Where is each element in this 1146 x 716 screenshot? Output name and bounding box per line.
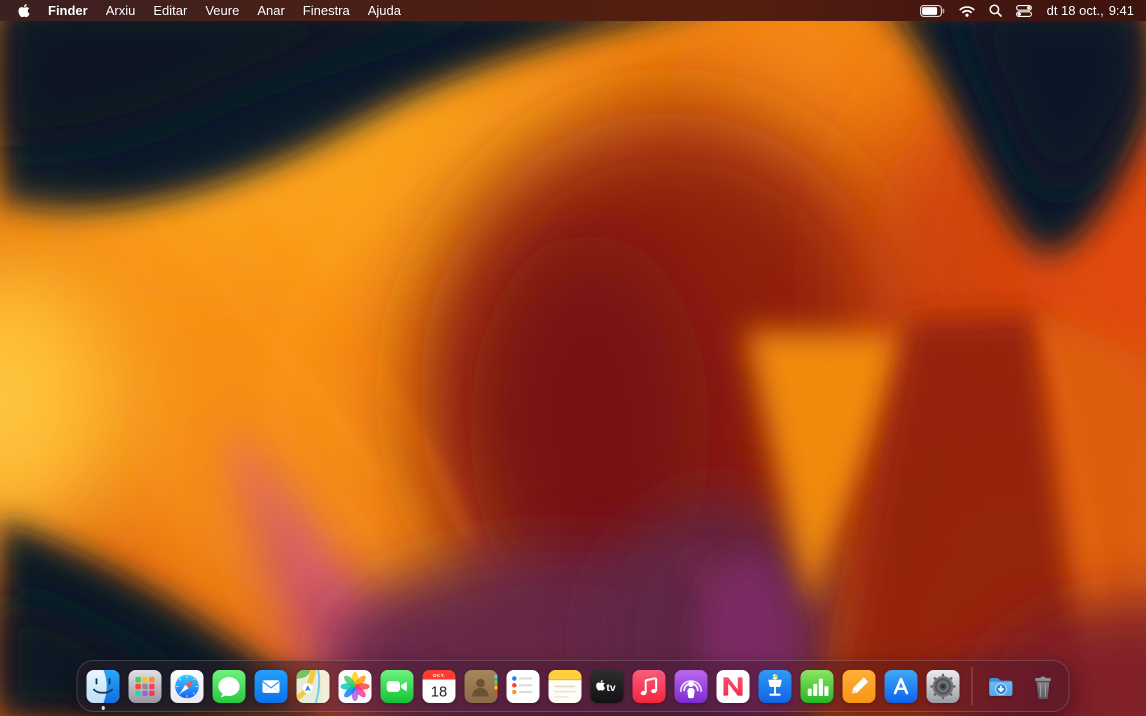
- reminders-icon: [506, 669, 540, 703]
- desktop: Finder Arxiu Editar Veure Anar Finestra Ajuda: [0, 0, 1146, 716]
- dock-item-maps[interactable]: [296, 669, 330, 703]
- clock-date: dt 18 oct.,: [1046, 3, 1104, 18]
- dock-item-finder[interactable]: [86, 669, 120, 710]
- control-center-icon: [1015, 4, 1032, 17]
- maps-icon: [296, 669, 330, 703]
- running-indicator: [101, 706, 105, 710]
- battery-icon: [919, 4, 944, 17]
- menu-item-finestra[interactable]: Finestra: [294, 0, 359, 21]
- dock-item-appstore[interactable]: [884, 669, 918, 703]
- svg-text:18: 18: [431, 684, 447, 700]
- dock-item-numbers[interactable]: [800, 669, 834, 703]
- menubar-left: Finder Arxiu Editar Veure Anar Finestra Ajuda: [18, 0, 410, 21]
- launchpad-icon: [128, 669, 162, 703]
- system-settings-icon: [926, 669, 960, 703]
- menu-item-ajuda[interactable]: Ajuda: [359, 0, 410, 21]
- menubar-clock[interactable]: dt 18 oct., 9:41: [1039, 3, 1134, 18]
- dock-item-settings[interactable]: [926, 669, 960, 703]
- dock-item-reminders[interactable]: [506, 669, 540, 703]
- menu-item-editar[interactable]: Editar: [144, 0, 196, 21]
- downloads-folder-icon: [985, 670, 1018, 703]
- wifi-status[interactable]: [952, 0, 982, 21]
- menu-bar: Finder Arxiu Editar Veure Anar Finestra Ajuda: [0, 0, 1146, 21]
- news-icon: [716, 669, 750, 703]
- facetime-icon: [380, 669, 414, 703]
- contacts-icon: [464, 669, 498, 703]
- safari-icon: [170, 669, 204, 703]
- menubar-menus: Arxiu Editar Veure Anar Finestra Ajuda: [97, 0, 410, 21]
- dock-item-facetime[interactable]: [380, 669, 414, 703]
- mail-icon: [254, 669, 288, 703]
- dock-item-safari[interactable]: [170, 669, 204, 703]
- dock-item-appletv[interactable]: tv: [590, 669, 624, 703]
- dock-item-contacts[interactable]: [464, 669, 498, 703]
- apple-logo-icon: [18, 3, 30, 18]
- podcasts-icon: [674, 669, 708, 703]
- clock-time: 9:41: [1108, 3, 1134, 18]
- control-center[interactable]: [1009, 0, 1039, 21]
- apple-tv-icon: tv: [590, 669, 624, 703]
- dock-item-news[interactable]: [716, 669, 750, 703]
- menubar-right: dt 18 oct., 9:41: [913, 0, 1134, 21]
- search-icon: [989, 4, 1002, 17]
- dock-item-trash[interactable]: [1027, 670, 1060, 703]
- menu-item-arxiu[interactable]: Arxiu: [97, 0, 145, 21]
- dock-item-pages[interactable]: [842, 669, 876, 703]
- svg-text:OCT.: OCT.: [433, 673, 446, 679]
- pages-icon: [842, 669, 876, 703]
- battery-status[interactable]: [913, 0, 952, 21]
- dock-item-photos[interactable]: [338, 669, 372, 703]
- messages-icon: [212, 669, 246, 703]
- svg-text:tv: tv: [606, 682, 615, 693]
- dock-item-keynote[interactable]: [758, 669, 792, 703]
- desktop-wallpaper: [0, 0, 1146, 716]
- calendar-icon: OCT. 18: [422, 669, 456, 703]
- dock-item-downloads[interactable]: [985, 670, 1018, 703]
- menu-item-veure[interactable]: Veure: [196, 0, 248, 21]
- dock: OCT. 18 tv: [76, 660, 1070, 712]
- notes-icon: [548, 669, 582, 703]
- dock-divider: [971, 667, 973, 705]
- dock-item-podcasts[interactable]: [674, 669, 708, 703]
- finder-icon: [86, 669, 120, 703]
- trash-icon: [1027, 670, 1060, 703]
- wifi-icon: [958, 5, 975, 17]
- dock-item-launchpad[interactable]: [128, 669, 162, 703]
- dock-item-notes[interactable]: [548, 669, 582, 703]
- menu-item-anar[interactable]: Anar: [248, 0, 293, 21]
- apple-menu[interactable]: [18, 0, 39, 21]
- numbers-icon: [800, 669, 834, 703]
- app-store-icon: [884, 669, 918, 703]
- dock-item-calendar[interactable]: OCT. 18: [422, 669, 456, 703]
- dock-item-messages[interactable]: [212, 669, 246, 703]
- keynote-icon: [758, 669, 792, 703]
- spotlight-search[interactable]: [982, 0, 1009, 21]
- menu-item-finder[interactable]: Finder: [39, 0, 97, 21]
- dock-item-music[interactable]: [632, 669, 666, 703]
- photos-icon: [338, 669, 372, 703]
- dock-item-mail[interactable]: [254, 669, 288, 703]
- music-icon: [632, 669, 666, 703]
